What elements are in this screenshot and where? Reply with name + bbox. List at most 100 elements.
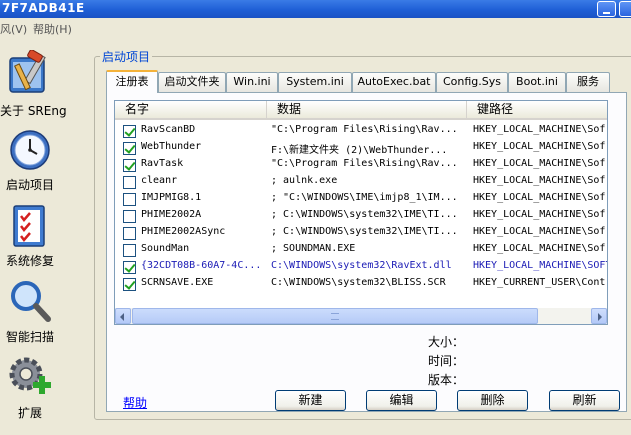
scroll-thumb[interactable]: [132, 308, 538, 324]
row-name: WebThunder: [141, 141, 202, 152]
row-key: HKEY_LOCAL_MACHINE\Sof: [473, 243, 606, 254]
table-row[interactable]: SoundMan ; SOUNDMAN.EXE HKEY_LOCAL_MACHI…: [115, 241, 607, 258]
table-row[interactable]: RavScanBD "C:\Program Files\Rising\Rav..…: [115, 122, 607, 139]
row-key: HKEY_LOCAL_MACHINE\Sof: [473, 175, 606, 186]
row-checkbox[interactable]: [123, 159, 136, 172]
row-checkbox[interactable]: [123, 244, 136, 257]
arrow-left-icon: [120, 313, 124, 321]
gear-plus-icon: [9, 357, 51, 394]
row-checkbox[interactable]: [123, 261, 136, 274]
window-title: 7F7ADB41E: [2, 1, 85, 15]
row-key: HKEY_CURRENT_USER\Cont: [473, 277, 606, 288]
row-key: HKEY_LOCAL_MACHINE\Sof: [473, 158, 606, 169]
row-key: HKEY_LOCAL_MACHINE\Sof: [473, 124, 606, 135]
group-title: 启动项目: [100, 48, 153, 65]
horizontal-scrollbar[interactable]: [115, 308, 607, 324]
list-header: 名字 数据 键路径: [115, 101, 607, 120]
row-data: ; C:\WINDOWS\system32\IME\TI...: [271, 226, 458, 237]
help-link[interactable]: 帮助: [123, 394, 147, 411]
time-label: 时间：: [428, 354, 465, 368]
column-header-data[interactable]: 数据: [267, 101, 467, 118]
row-name: SCRNSAVE.EXE: [141, 277, 214, 288]
table-row[interactable]: SCRNSAVE.EXE C:\WINDOWS\system32\BLISS.S…: [115, 275, 607, 292]
row-checkbox[interactable]: [123, 176, 136, 189]
clock-icon: [10, 130, 50, 170]
row-key: HKEY_LOCAL_MACHINE\SOFT: [473, 260, 607, 271]
row-data: C:\WINDOWS\system32\BLISS.SCR: [271, 277, 446, 288]
nav-item-startup[interactable]: 启动项目: [0, 128, 88, 192]
row-checkbox[interactable]: [123, 278, 136, 291]
column-header-name[interactable]: 名字: [115, 101, 267, 118]
row-key: HKEY_LOCAL_MACHINE\Sof: [473, 192, 606, 203]
tab-startup-folder[interactable]: 启动文件夹: [158, 72, 226, 92]
table-row[interactable]: IMJPMIG8.1 ; "C:\WINDOWS\IME\imjp8_1\IM.…: [115, 190, 607, 207]
row-name: {32CDT08B-60A7-4C...: [141, 260, 262, 271]
scroll-left-button[interactable]: [115, 308, 131, 324]
row-checkbox[interactable]: [123, 142, 136, 155]
row-data: ; SOUNDMAN.EXE: [271, 243, 356, 254]
row-name: PHIME2002ASync: [141, 226, 226, 237]
magnifier-icon: [11, 281, 51, 322]
table-row[interactable]: RavTask "C:\Program Files\Rising\Rav... …: [115, 156, 607, 173]
nav-label-repair: 系统修复: [5, 254, 54, 268]
menu-help[interactable]: 帮助(H): [33, 21, 72, 37]
nav-label-startup: 启动项目: [5, 178, 54, 192]
row-key: HKEY_LOCAL_MACHINE\Sof: [473, 141, 606, 152]
nav-item-about[interactable]: 关于 SREng: [0, 50, 88, 120]
row-checkbox[interactable]: [123, 193, 136, 206]
row-name: RavTask: [141, 158, 184, 169]
row-key: HKEY_LOCAL_MACHINE\Sof: [473, 226, 606, 237]
row-data: ; C:\WINDOWS\system32\IME\TI...: [271, 209, 458, 220]
scroll-right-button[interactable]: [591, 308, 607, 324]
nav-label-extend: 扩展: [17, 406, 42, 420]
arrow-right-icon: [598, 313, 602, 321]
refresh-button[interactable]: 刷新: [549, 390, 620, 411]
tab-config-sys[interactable]: Config.Sys: [436, 72, 508, 92]
row-name: IMJPMIG8.1: [141, 192, 202, 203]
nav-item-scan[interactable]: 智能扫描: [0, 278, 88, 344]
row-key: HKEY_LOCAL_MACHINE\Sof: [473, 209, 606, 220]
tab-services[interactable]: 服务: [566, 72, 610, 92]
edit-button[interactable]: 编辑: [366, 390, 437, 411]
delete-button[interactable]: 删除: [457, 390, 528, 411]
menu-view[interactable]: 风(V): [0, 21, 27, 37]
tab-boot-ini[interactable]: Boot.ini: [508, 72, 566, 92]
column-header-key[interactable]: 键路径: [467, 101, 607, 118]
menu-bar: 风(V) 帮助(H): [0, 18, 631, 38]
row-checkbox[interactable]: [123, 125, 136, 138]
tab-autoexec-bat[interactable]: AutoExec.bat: [352, 72, 436, 92]
nav-item-repair[interactable]: 系统修复: [0, 204, 88, 268]
row-data: F:\新建文件夹 (2)\WebThunder...: [271, 145, 448, 156]
minimize-button[interactable]: [597, 1, 616, 17]
nav-label-about: 关于 SREng: [0, 104, 67, 118]
tab-registry[interactable]: 注册表: [106, 70, 158, 93]
tab-win-ini[interactable]: Win.ini: [226, 72, 278, 92]
new-button[interactable]: 新建: [275, 390, 346, 411]
nav-label-scan: 智能扫描: [5, 330, 54, 344]
tools-icon: [9, 50, 46, 93]
row-checkbox[interactable]: [123, 227, 136, 240]
title-bar: 7F7ADB41E: [0, 0, 631, 18]
table-row[interactable]: PHIME2002A ; C:\WINDOWS\system32\IME\TI.…: [115, 207, 607, 224]
version-label: 版本：: [428, 373, 465, 387]
table-row[interactable]: WebThunder F:\新建文件夹 (2)\WebThunder... HK…: [115, 139, 607, 156]
table-row[interactable]: {32CDT08B-60A7-4C... C:\WINDOWS\system32…: [115, 258, 607, 275]
row-name: SoundMan: [141, 243, 190, 254]
row-name: PHIME2002A: [141, 209, 202, 220]
grip-icon: [331, 313, 339, 320]
row-data: "C:\Program Files\Rising\Rav...: [271, 124, 458, 135]
table-row[interactable]: cleanr ; aulnk.exe HKEY_LOCAL_MACHINE\So…: [115, 173, 607, 190]
row-checkbox[interactable]: [123, 210, 136, 223]
row-name: RavScanBD: [141, 124, 196, 135]
tab-system-ini[interactable]: System.ini: [278, 72, 352, 92]
row-data: ; "C:\WINDOWS\IME\imjp8_1\IM...: [271, 192, 458, 203]
row-data: ; aulnk.exe: [271, 175, 338, 186]
startup-list[interactable]: 名字 数据 键路径 RavScanBD "C:\Program Files\Ri…: [114, 100, 608, 325]
table-row[interactable]: PHIME2002ASync ; C:\WINDOWS\system32\IME…: [115, 224, 607, 241]
size-label: 大小：: [428, 335, 465, 349]
nav-item-extend[interactable]: 扩展: [0, 352, 88, 422]
row-name: cleanr: [141, 175, 178, 186]
row-data: "C:\Program Files\Rising\Rav...: [271, 158, 458, 169]
maximize-button[interactable]: [619, 1, 631, 17]
checklist-icon: [13, 205, 45, 247]
